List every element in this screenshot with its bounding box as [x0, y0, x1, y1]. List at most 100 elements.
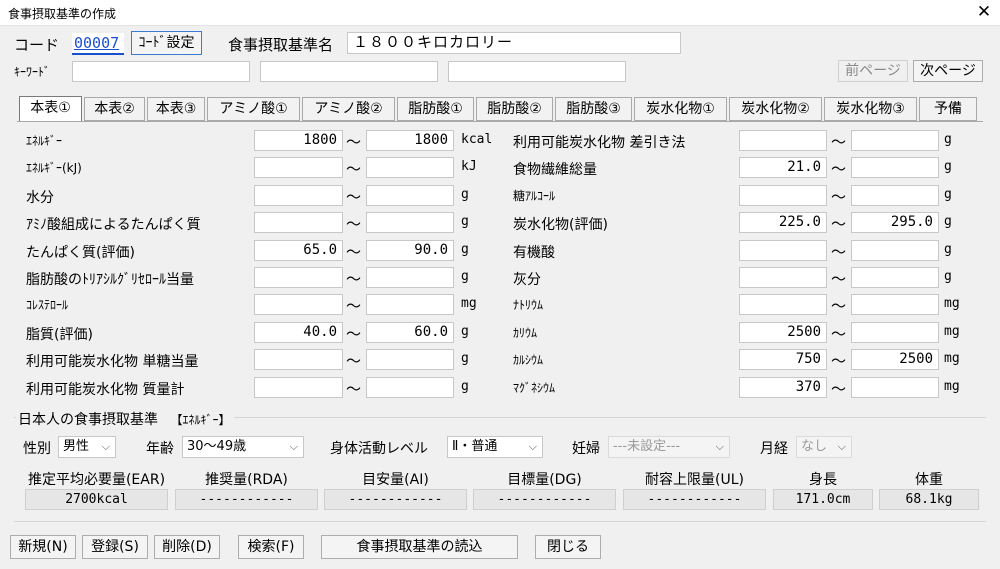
prev-page-button[interactable]: 前ページ: [838, 60, 908, 82]
stat-header-5: 身長: [809, 472, 837, 488]
tab-8[interactable]: 脂肪酸③: [555, 97, 632, 121]
tab-12[interactable]: 予備: [919, 97, 977, 121]
dri-subtitle: 【ｴﾈﾙｷﾞｰ】: [170, 413, 231, 427]
left-row-7-max-input[interactable]: 60.0: [366, 322, 454, 343]
right-row-3-max-input[interactable]: 295.0: [851, 212, 939, 233]
right-row-5-min-input[interactable]: [739, 267, 827, 288]
close-button[interactable]: 閉じる: [535, 535, 601, 559]
delete-button[interactable]: 削除(D): [154, 535, 220, 559]
keyword-input-2[interactable]: [260, 61, 438, 82]
age-value: 30～49歳: [187, 439, 247, 454]
left-row-0-tilde: ～: [346, 133, 362, 151]
right-row-2-tilde: ～: [831, 188, 847, 206]
right-row-1-max-input[interactable]: [851, 157, 939, 178]
age-select[interactable]: 30～49歳 ⌵: [182, 436, 304, 458]
left-row-0-max-input[interactable]: 1800: [366, 130, 454, 151]
right-row-1-min-input[interactable]: 21.0: [739, 157, 827, 178]
left-row-3-max-input[interactable]: [366, 212, 454, 233]
tab-1[interactable]: 本表①: [19, 96, 82, 122]
right-row-3-min-input[interactable]: 225.0: [739, 212, 827, 233]
next-page-button[interactable]: 次ページ: [913, 60, 983, 82]
stat-value-0: 2700kcal: [25, 489, 168, 510]
tab-2[interactable]: 本表②: [84, 97, 145, 121]
left-row-2-max-input[interactable]: [366, 185, 454, 206]
stat-header-2: 目安量(AI): [362, 472, 429, 488]
left-row-5-max-input[interactable]: [366, 267, 454, 288]
sex-select[interactable]: 男性 ⌵: [58, 436, 116, 458]
tab-3[interactable]: 本表③: [147, 97, 205, 121]
activity-select[interactable]: Ⅱ・普通 ⌵: [447, 436, 543, 458]
left-row-6-unit: mg: [461, 296, 477, 311]
register-button[interactable]: 登録(S): [82, 535, 148, 559]
code-label: コード: [14, 36, 60, 54]
stat-value-1: ------------: [175, 489, 318, 510]
right-row-1-label: 食物繊維総量: [513, 162, 597, 178]
left-row-8-max-input[interactable]: [366, 349, 454, 370]
dri-section-label: 日本人の食事摂取基準 【ｴﾈﾙｷﾞｰ】: [16, 409, 235, 429]
close-icon[interactable]: ✕: [972, 1, 996, 23]
load-dri-button[interactable]: 食事摂取基準の読込: [321, 535, 518, 559]
tab-6[interactable]: 脂肪酸①: [397, 97, 474, 121]
menses-label: 月経: [760, 441, 788, 457]
tab-9[interactable]: 炭水化物①: [634, 97, 727, 121]
right-row-9-max-input[interactable]: [851, 377, 939, 398]
left-row-9-max-input[interactable]: [366, 377, 454, 398]
age-label: 年齢: [146, 441, 174, 457]
left-row-1-unit: kJ: [461, 159, 477, 174]
tab-10[interactable]: 炭水化物②: [729, 97, 822, 121]
left-row-9-min-input[interactable]: [254, 377, 343, 398]
tab-5[interactable]: アミノ酸②: [302, 97, 395, 121]
pregnant-select[interactable]: ---未設定--- ⌵: [608, 436, 730, 458]
right-row-6-max-input[interactable]: [851, 294, 939, 315]
right-row-3-label: 炭水化物(評価): [513, 217, 608, 233]
left-row-4-max-input[interactable]: 90.0: [366, 240, 454, 261]
tab-4[interactable]: アミノ酸①: [207, 97, 300, 121]
name-input[interactable]: １８００キロカロリー: [347, 32, 681, 54]
code-input[interactable]: 00007: [72, 33, 124, 55]
sex-label: 性別: [23, 441, 51, 457]
right-row-7-min-input[interactable]: 2500: [739, 322, 827, 343]
right-row-9-min-input[interactable]: 370: [739, 377, 827, 398]
right-row-0-max-input[interactable]: [851, 130, 939, 151]
right-row-7-max-input[interactable]: [851, 322, 939, 343]
tab-11[interactable]: 炭水化物③: [824, 97, 917, 121]
left-row-8-min-input[interactable]: [254, 349, 343, 370]
left-row-0-min-input[interactable]: 1800: [254, 130, 343, 151]
right-row-8-unit: mg: [944, 351, 960, 366]
left-row-2-min-input[interactable]: [254, 185, 343, 206]
left-row-1-max-input[interactable]: [366, 157, 454, 178]
left-row-5-min-input[interactable]: [254, 267, 343, 288]
left-row-1-min-input[interactable]: [254, 157, 343, 178]
right-row-0-label: 利用可能炭水化物 差引き法: [513, 135, 686, 151]
right-row-4-min-input[interactable]: [739, 240, 827, 261]
right-row-2-min-input[interactable]: [739, 185, 827, 206]
right-row-8-min-input[interactable]: 750: [739, 349, 827, 370]
code-setting-button[interactable]: ｺｰﾄﾞ設定: [131, 31, 202, 55]
left-row-7-min-input[interactable]: 40.0: [254, 322, 343, 343]
right-row-6-unit: mg: [944, 296, 960, 311]
left-row-3-min-input[interactable]: [254, 212, 343, 233]
left-row-4-min-input[interactable]: 65.0: [254, 240, 343, 261]
search-button[interactable]: 検索(F): [238, 535, 304, 559]
keyword-input-1[interactable]: [72, 61, 250, 82]
tab-7[interactable]: 脂肪酸②: [476, 97, 553, 121]
right-row-5-max-input[interactable]: [851, 267, 939, 288]
stat-value-4: ------------: [623, 489, 766, 510]
name-label: 食事摂取基準名: [228, 36, 334, 54]
right-row-8-max-input[interactable]: 2500: [851, 349, 939, 370]
left-row-4-tilde: ～: [346, 243, 362, 261]
right-row-2-max-input[interactable]: [851, 185, 939, 206]
menses-select[interactable]: なし ⌵: [796, 436, 852, 458]
right-row-0-tilde: ～: [831, 133, 847, 151]
right-row-0-min-input[interactable]: [739, 130, 827, 151]
stat-value-2: ------------: [324, 489, 467, 510]
keyword-input-3[interactable]: [448, 61, 626, 82]
stat-value-5: 171.0cm: [773, 489, 873, 510]
left-row-2-tilde: ～: [346, 188, 362, 206]
left-row-6-max-input[interactable]: [366, 294, 454, 315]
left-row-7-tilde: ～: [346, 325, 362, 343]
new-button[interactable]: 新規(N): [10, 535, 76, 559]
right-row-4-max-input[interactable]: [851, 240, 939, 261]
right-row-6-min-input[interactable]: [739, 294, 827, 315]
left-row-6-min-input[interactable]: [254, 294, 343, 315]
